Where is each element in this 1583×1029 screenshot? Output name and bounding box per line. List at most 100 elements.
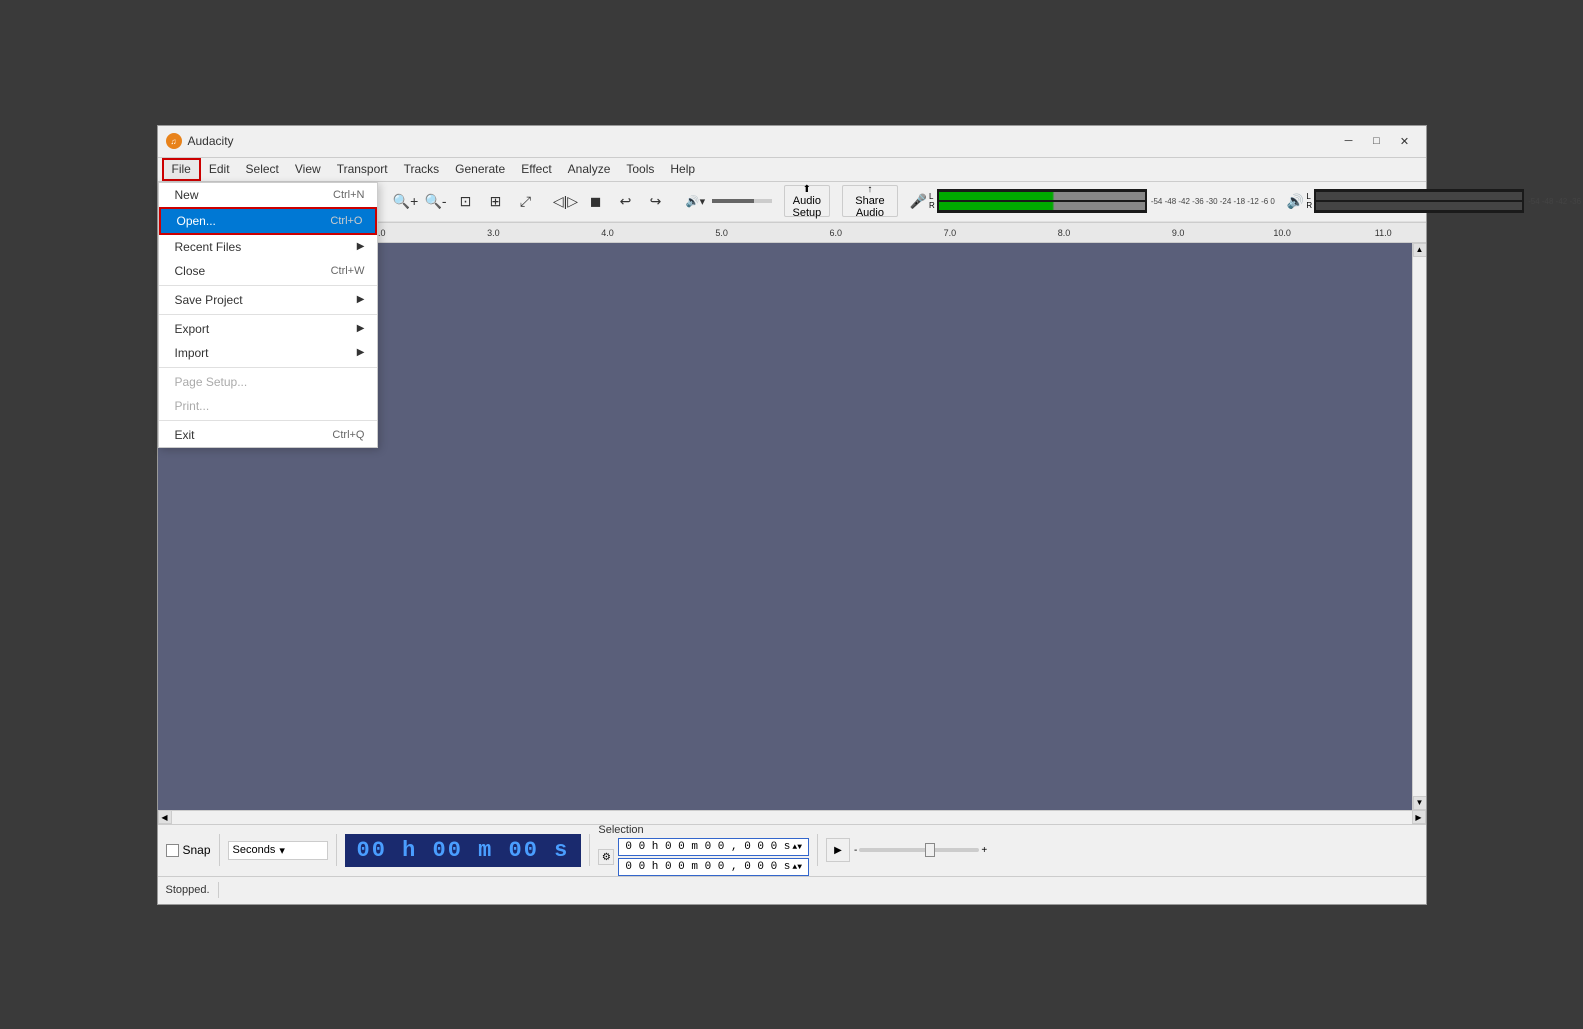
output-meter-section: 🔊 L R: [1287, 189, 1524, 213]
speed-slider-thumb[interactable]: [925, 843, 935, 857]
scroll-right-arrow[interactable]: ▶: [1412, 810, 1426, 824]
window-controls: ─ □ ✕: [1336, 131, 1418, 151]
time-display-value: 00 h 00 m 00 s: [357, 838, 570, 863]
selection-end-display[interactable]: 0 0 h 0 0 m 0 0 , 0 0 0 s ▲▼: [618, 858, 809, 876]
scroll-left-arrow[interactable]: ◀: [158, 810, 172, 824]
share-audio-button[interactable]: ↑ Share Audio: [842, 185, 897, 217]
redo-button[interactable]: ↪: [642, 187, 670, 215]
output-volume-slider[interactable]: [712, 199, 772, 203]
save-project-arrow: ▶: [357, 294, 365, 305]
menu-select[interactable]: Select: [238, 158, 287, 181]
menu-effect[interactable]: Effect: [513, 158, 559, 181]
zoom-in-button[interactable]: 🔍+: [392, 187, 420, 215]
input-l-label: L: [929, 193, 935, 201]
zoom-out-button[interactable]: 🔍-: [422, 187, 450, 215]
menu-tools[interactable]: Tools: [618, 158, 662, 181]
menu-export-label: Export: [175, 322, 210, 336]
menu-open[interactable]: Open... Ctrl+O: [159, 207, 377, 235]
menu-bar: File Edit Select View Transport Tracks G…: [158, 158, 1426, 182]
menu-close[interactable]: Close Ctrl+W: [159, 259, 377, 283]
menu-save-project-label: Save Project: [175, 293, 243, 307]
menu-edit[interactable]: Edit: [201, 158, 238, 181]
trim-button[interactable]: ◁|▷: [552, 187, 580, 215]
input-r-label: R: [929, 202, 935, 210]
menu-file[interactable]: File: [162, 158, 201, 181]
selection-end-spinner[interactable]: ▲▼: [792, 863, 802, 872]
menu-close-label: Close: [175, 264, 206, 278]
time-display: 00 h 00 m 00 s: [345, 834, 582, 867]
input-vu-meter[interactable]: [937, 189, 1147, 213]
seconds-label: Seconds: [233, 844, 276, 856]
audio-setup-button[interactable]: ⬆ Audio Setup: [784, 185, 831, 217]
share-audio-label: Share Audio: [855, 195, 884, 219]
audacity-window: ♫ Audacity ─ □ ✕ File Edit Select View T…: [157, 125, 1427, 905]
sep-snap: [219, 834, 220, 866]
maximize-button[interactable]: □: [1364, 131, 1390, 151]
zoom-toggle-button[interactable]: ⤢: [512, 187, 540, 215]
recent-files-arrow: ▶: [357, 241, 365, 252]
output-volume-button[interactable]: 🔊▾: [682, 187, 710, 215]
menu-page-setup-label: Page Setup...: [175, 375, 248, 389]
horizontal-scrollbar[interactable]: ◀ ▶: [158, 810, 1426, 824]
menu-recent-files-label: Recent Files: [175, 240, 242, 254]
fit-project-button[interactable]: ⊞: [482, 187, 510, 215]
selection-inputs: 0 0 h 0 0 m 0 0 , 0 0 0 s ▲▼ 0 0 h 0 0 m…: [618, 838, 809, 876]
selection-start-spinner[interactable]: ▲▼: [792, 843, 802, 852]
output-vu-meter[interactable]: [1314, 189, 1524, 213]
output-r-label: R: [1306, 202, 1312, 210]
menu-help[interactable]: Help: [662, 158, 703, 181]
menu-recent-files[interactable]: Recent Files ▶: [159, 235, 377, 259]
menu-view[interactable]: View: [287, 158, 329, 181]
selection-time-row: ⚙ 0 0 h 0 0 m 0 0 , 0 0 0 s ▲▼ 0 0 h 0 0…: [598, 838, 809, 876]
menu-analyze[interactable]: Analyze: [560, 158, 619, 181]
undo-button[interactable]: ↩: [612, 187, 640, 215]
menu-print-label: Print...: [175, 399, 210, 413]
window-title: Audacity: [188, 134, 234, 148]
sep-sel: [817, 834, 818, 866]
scroll-track[interactable]: [1413, 257, 1426, 796]
menu-new[interactable]: New Ctrl+N: [159, 183, 377, 207]
sep-seconds: [336, 834, 337, 866]
silence-button[interactable]: ◼: [582, 187, 610, 215]
seconds-dropdown-arrow: ▾: [279, 844, 285, 857]
selection-area: Selection ⚙ 0 0 h 0 0 m 0 0 , 0 0 0 s ▲▼…: [598, 824, 809, 876]
selection-settings-button[interactable]: ⚙: [598, 849, 614, 865]
output-vu-l: [1316, 192, 1522, 200]
snap-checkbox[interactable]: [166, 844, 179, 857]
fit-selection-button[interactable]: ⊡: [452, 187, 480, 215]
close-button[interactable]: ✕: [1392, 131, 1418, 151]
snap-label: Snap: [183, 843, 211, 857]
play-at-speed-button[interactable]: ▶: [826, 838, 850, 862]
menu-generate[interactable]: Generate: [447, 158, 513, 181]
selection-label: Selection: [598, 824, 809, 836]
input-scale-labels: -54 -48 -42 -36 -30 -24 -18 -12 -6 0: [1151, 197, 1275, 206]
scroll-down-arrow[interactable]: ▼: [1413, 796, 1426, 810]
menu-exit-shortcut: Ctrl+Q: [332, 429, 364, 441]
speed-slider[interactable]: - +: [854, 845, 987, 856]
status-bar: Stopped.: [158, 876, 1426, 904]
selection-start-display[interactable]: 0 0 h 0 0 m 0 0 , 0 0 0 s ▲▼: [618, 838, 809, 856]
speed-slider-track[interactable]: [859, 848, 979, 852]
ruler-tick-9: 9.0: [1172, 228, 1185, 238]
menu-exit[interactable]: Exit Ctrl+Q: [159, 423, 377, 447]
menu-tracks[interactable]: Tracks: [396, 158, 448, 181]
menu-export[interactable]: Export ▶: [159, 317, 377, 341]
audio-setup-label: Audio Setup: [793, 195, 822, 219]
menu-new-label: New: [175, 188, 199, 202]
volume-controls: 🔊▾: [682, 187, 772, 215]
scroll-up-arrow[interactable]: ▲: [1413, 243, 1426, 257]
menu-print: Print...: [159, 394, 377, 418]
seconds-dropdown[interactable]: Seconds ▾: [228, 841, 328, 860]
minimize-button[interactable]: ─: [1336, 131, 1362, 151]
vertical-scrollbar[interactable]: ▲ ▼: [1412, 243, 1426, 810]
menu-transport[interactable]: Transport: [329, 158, 396, 181]
menu-save-project[interactable]: Save Project ▶: [159, 288, 377, 312]
selection-end-value: 0 0 h 0 0 m 0 0 , 0 0 0 s: [625, 861, 790, 873]
bottom-toolbar: Snap Seconds ▾ 00 h 00 m 00 s Selection …: [158, 824, 1426, 876]
zoom-controls: 🔍+ 🔍- ⊡ ⊞ ⤢: [392, 187, 540, 215]
menu-import-label: Import: [175, 346, 209, 360]
separator-2: [159, 314, 377, 315]
menu-import[interactable]: Import ▶: [159, 341, 377, 365]
output-lr-labels: L R: [1306, 193, 1312, 210]
menu-close-shortcut: Ctrl+W: [331, 265, 365, 277]
